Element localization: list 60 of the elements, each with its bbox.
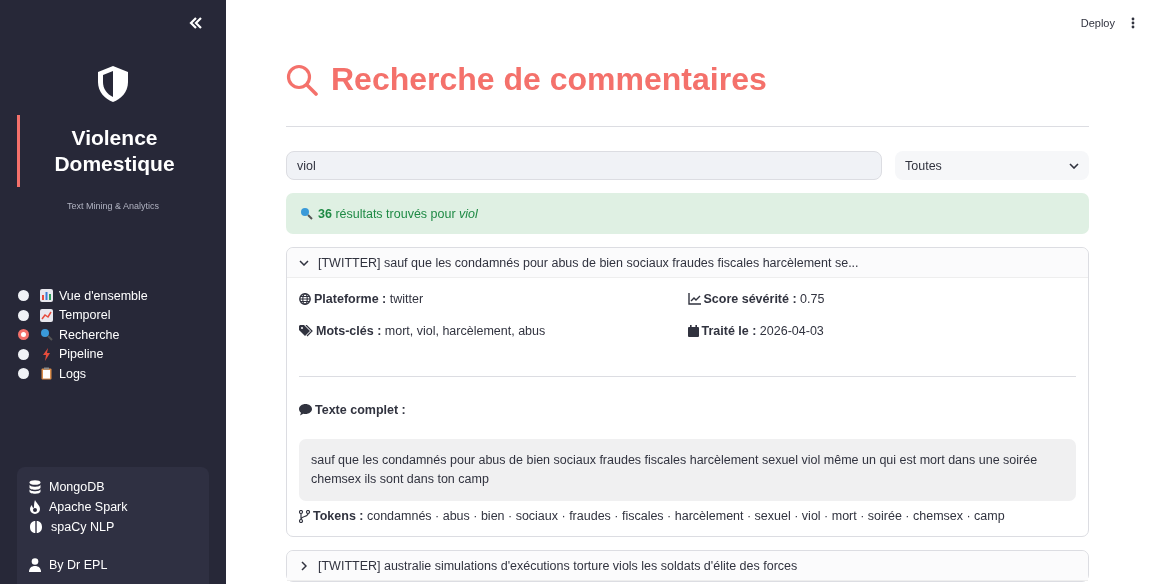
tech-label: spaCy NLP (51, 519, 115, 534)
chevron-icon (301, 560, 307, 571)
field-text: Score sévérité : 0.75 (703, 292, 825, 306)
app-subtitle: Text Mining & Analytics (65, 201, 160, 211)
nav-radio-item[interactable]: Logs (17, 366, 209, 382)
nav-radio-item[interactable]: Vue d'ensemble (17, 288, 209, 304)
nav-label: Vue d'ensemble (59, 288, 148, 303)
field-text: Mots-clés : mort, viol, harcèlement, abus (316, 324, 546, 338)
full-text-block: sauf que les condamnés pour abus de bien sociaux fraudes fiscales harcèlement sexuel viol même un qui est mort dans une soirée chemsex ils sont dans ton camp (299, 439, 1076, 501)
bar-chart-icon (40, 289, 53, 303)
more-options-icon[interactable] (1131, 17, 1135, 29)
shield-icon (95, 65, 131, 103)
calendar-icon (687, 325, 699, 337)
result-title: [TWITTER] sauf que les condamnés pour abus de bien sociaux fraudes fiscales harcèlement se... (318, 255, 859, 270)
filter-dropdown[interactable]: Toutes (895, 151, 1089, 180)
deploy-button[interactable]: Deploy (1080, 17, 1115, 29)
branch-icon (299, 509, 310, 523)
expander-header[interactable]: [TWITTER] sauf que les condamnés pour abus de bien sociaux fraudes fiscales harcèlement se... (287, 248, 1088, 278)
nav-label: Temporel (59, 308, 111, 323)
full-text-label: Texte complet : (315, 403, 406, 417)
results-message: 36 résultats trouvés pour viol (318, 206, 478, 221)
flame-icon (29, 499, 41, 514)
collapse-icon[interactable] (189, 17, 203, 29)
nav-radio-item[interactable]: Temporel (17, 307, 209, 323)
speech-bubble-icon (299, 404, 312, 416)
radio-button[interactable] (18, 348, 29, 360)
radio-button[interactable] (18, 290, 29, 302)
app-title: Violence Domestique (53, 125, 176, 177)
magnifier-icon (300, 207, 313, 220)
radio-button[interactable] (18, 329, 29, 341)
tags-icon (299, 325, 313, 337)
tech-label: Apache Spark (49, 499, 128, 514)
field-text: Plateforme : twitter (314, 292, 424, 306)
nav-label: Logs (59, 366, 87, 381)
nav-label: Recherche (59, 327, 120, 342)
radio-button[interactable] (18, 368, 29, 380)
lightning-icon (40, 347, 53, 361)
magnifier-icon (40, 328, 53, 342)
radio-button[interactable] (18, 309, 29, 321)
clipboard-icon (40, 367, 53, 381)
author-label: By Dr EPL (49, 557, 108, 572)
user-icon (29, 557, 41, 572)
chevron-icon (299, 259, 309, 266)
globe-icon (299, 293, 311, 305)
tokens-text: Tokens : condamnés · abus · bien · sociaux · fraudes · fiscales · harcèlement · sexuel · viol · mort · soirée · chemsex · camp (313, 509, 1005, 523)
nav-label: Pipeline (59, 347, 104, 362)
page-title: Recherche de commentaires (331, 61, 767, 98)
search-field[interactable]: viol (286, 151, 882, 180)
expander-header[interactable]: [TWITTER] australie simulations d'exécutions torture viols les soldats d'élite des forces (287, 551, 1088, 581)
nav-radio-item[interactable]: Pipeline (17, 346, 209, 362)
line-chart-icon (687, 293, 701, 305)
nav-radio-item[interactable]: Recherche (17, 327, 209, 343)
tech-label: MongoDB (49, 479, 105, 494)
chevron-down-icon (1069, 162, 1079, 169)
search-icon (286, 63, 318, 96)
result-title: [TWITTER] australie simulations d'exécutions torture viols les soldats d'élite des forces (318, 558, 798, 573)
brain-icon (29, 519, 43, 534)
field-text: Traité le : 2026-04-03 (701, 324, 824, 338)
line-chart-icon (40, 308, 53, 322)
database-icon (29, 479, 41, 494)
